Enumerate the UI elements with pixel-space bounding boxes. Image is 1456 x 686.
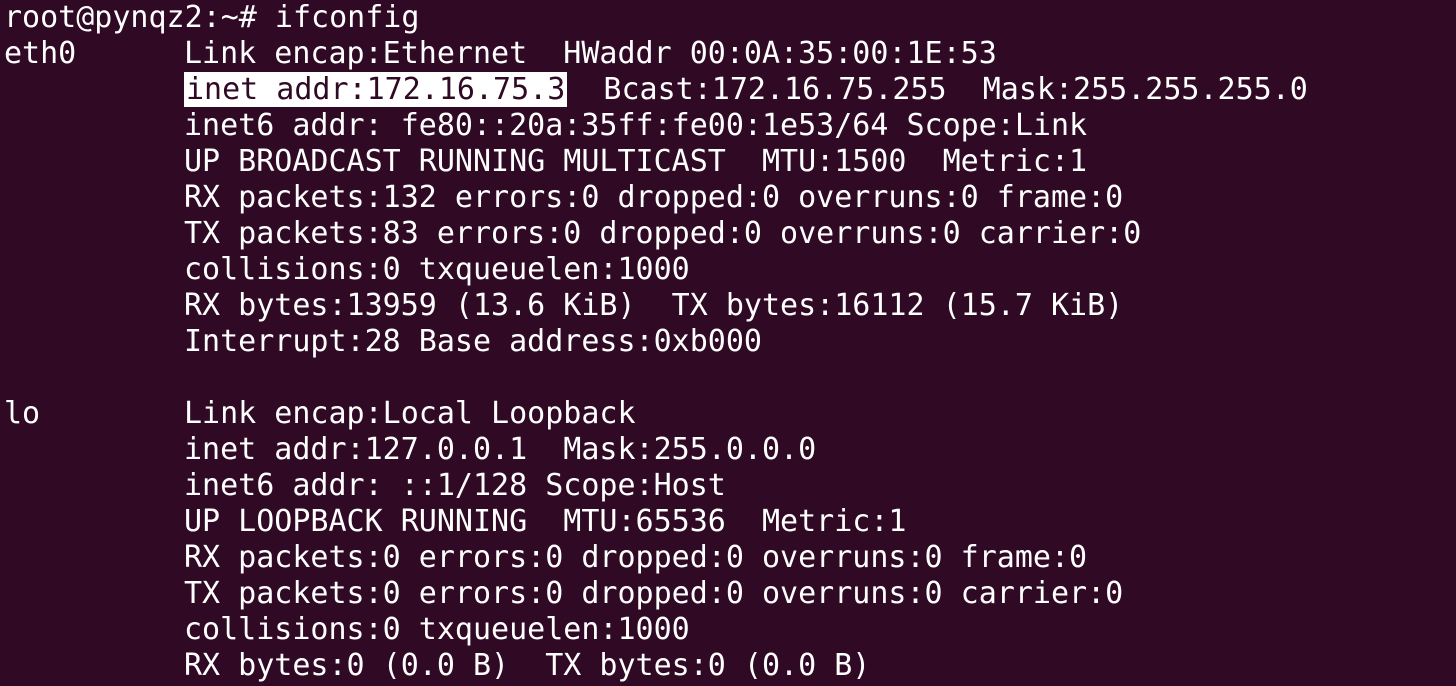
eth0-flags-line: UP BROADCAST RUNNING MULTICAST MTU:1500 … — [4, 144, 1456, 180]
eth0-collisions: collisions:0 txqueuelen:1000 — [184, 252, 690, 287]
eth0-interface-name: eth0 — [4, 36, 77, 71]
eth0-flags: UP BROADCAST RUNNING MULTICAST MTU:1500 … — [184, 144, 1088, 179]
lo-inet6-addr: inet6 addr: ::1/128 Scope:Host — [184, 468, 726, 503]
eth0-inet6-line: inet6 addr: fe80::20a:35ff:fe00:1e53/64 … — [4, 108, 1456, 144]
eth0-inet-line: inet addr:172.16.75.3 Bcast:172.16.75.25… — [4, 72, 1456, 108]
eth0-inet-bcast-mask: Bcast:172.16.75.255 Mask:255.255.255.0 — [567, 72, 1308, 107]
lo-link-encap: Link encap:Local Loopback — [184, 396, 636, 431]
lo-collisions: collisions:0 txqueuelen:1000 — [184, 612, 690, 647]
eth0-rx-packets: RX packets:132 errors:0 dropped:0 overru… — [184, 180, 1124, 215]
lo-tx-packets: TX packets:0 errors:0 dropped:0 overruns… — [184, 576, 1124, 611]
eth0-link-encap: Link encap:Ethernet HWaddr 00:0A:35:00:1… — [184, 36, 997, 71]
lo-rx-packets: RX packets:0 errors:0 dropped:0 overruns… — [184, 540, 1088, 575]
eth0-inet6-addr: inet6 addr: fe80::20a:35ff:fe00:1e53/64 … — [184, 108, 1088, 143]
lo-link-line: lo Link encap:Local Loopback — [4, 396, 1456, 432]
command-prompt-line: root@pynqz2:~# ifconfig — [4, 0, 1456, 36]
eth0-link-line: eth0 Link encap:Ethernet HWaddr 00:0A:35:… — [4, 36, 1456, 72]
lo-flags: UP LOOPBACK RUNNING MTU:65536 Metric:1 — [184, 504, 907, 539]
eth0-bytes-line: RX bytes:13959 (13.6 KiB) TX bytes:16112… — [4, 288, 1456, 324]
prompt-text: root@pynqz2:~# ifconfig — [4, 0, 420, 35]
lo-inet6-line: inet6 addr: ::1/128 Scope:Host — [4, 468, 1456, 504]
eth0-interrupt: Interrupt:28 Base address:0xb000 — [184, 324, 762, 359]
eth0-tx-packets-line: TX packets:83 errors:0 dropped:0 overrun… — [4, 216, 1456, 252]
lo-inet-line: inet addr:127.0.0.1 Mask:255.0.0.0 — [4, 432, 1456, 468]
eth0-interrupt-line: Interrupt:28 Base address:0xb000 — [4, 324, 1456, 360]
lo-bytes: RX bytes:0 (0.0 B) TX bytes:0 (0.0 B) — [184, 648, 871, 683]
lo-flags-line: UP LOOPBACK RUNNING MTU:65536 Metric:1 — [4, 504, 1456, 540]
eth0-inet-addr-selection[interactable]: inet addr:172.16.75.3 — [184, 72, 568, 107]
lo-bytes-line: RX bytes:0 (0.0 B) TX bytes:0 (0.0 B) — [4, 648, 1456, 684]
lo-inet-addr: inet addr:127.0.0.1 Mask:255.0.0.0 — [184, 432, 817, 467]
terminal-window[interactable]: root@pynqz2:~# ifconfig eth0 Link encap:E… — [0, 0, 1456, 686]
lo-collisions-line: collisions:0 txqueuelen:1000 — [4, 612, 1456, 648]
eth0-rx-packets-line: RX packets:132 errors:0 dropped:0 overru… — [4, 180, 1456, 216]
eth0-bytes: RX bytes:13959 (13.6 KiB) TX bytes:16112… — [184, 288, 1124, 323]
lo-tx-packets-line: TX packets:0 errors:0 dropped:0 overruns… — [4, 576, 1456, 612]
eth0-collisions-line: collisions:0 txqueuelen:1000 — [4, 252, 1456, 288]
lo-interface-name: lo — [4, 396, 41, 431]
eth0-tx-packets: TX packets:83 errors:0 dropped:0 overrun… — [184, 216, 1142, 251]
lo-rx-packets-line: RX packets:0 errors:0 dropped:0 overruns… — [4, 540, 1456, 576]
